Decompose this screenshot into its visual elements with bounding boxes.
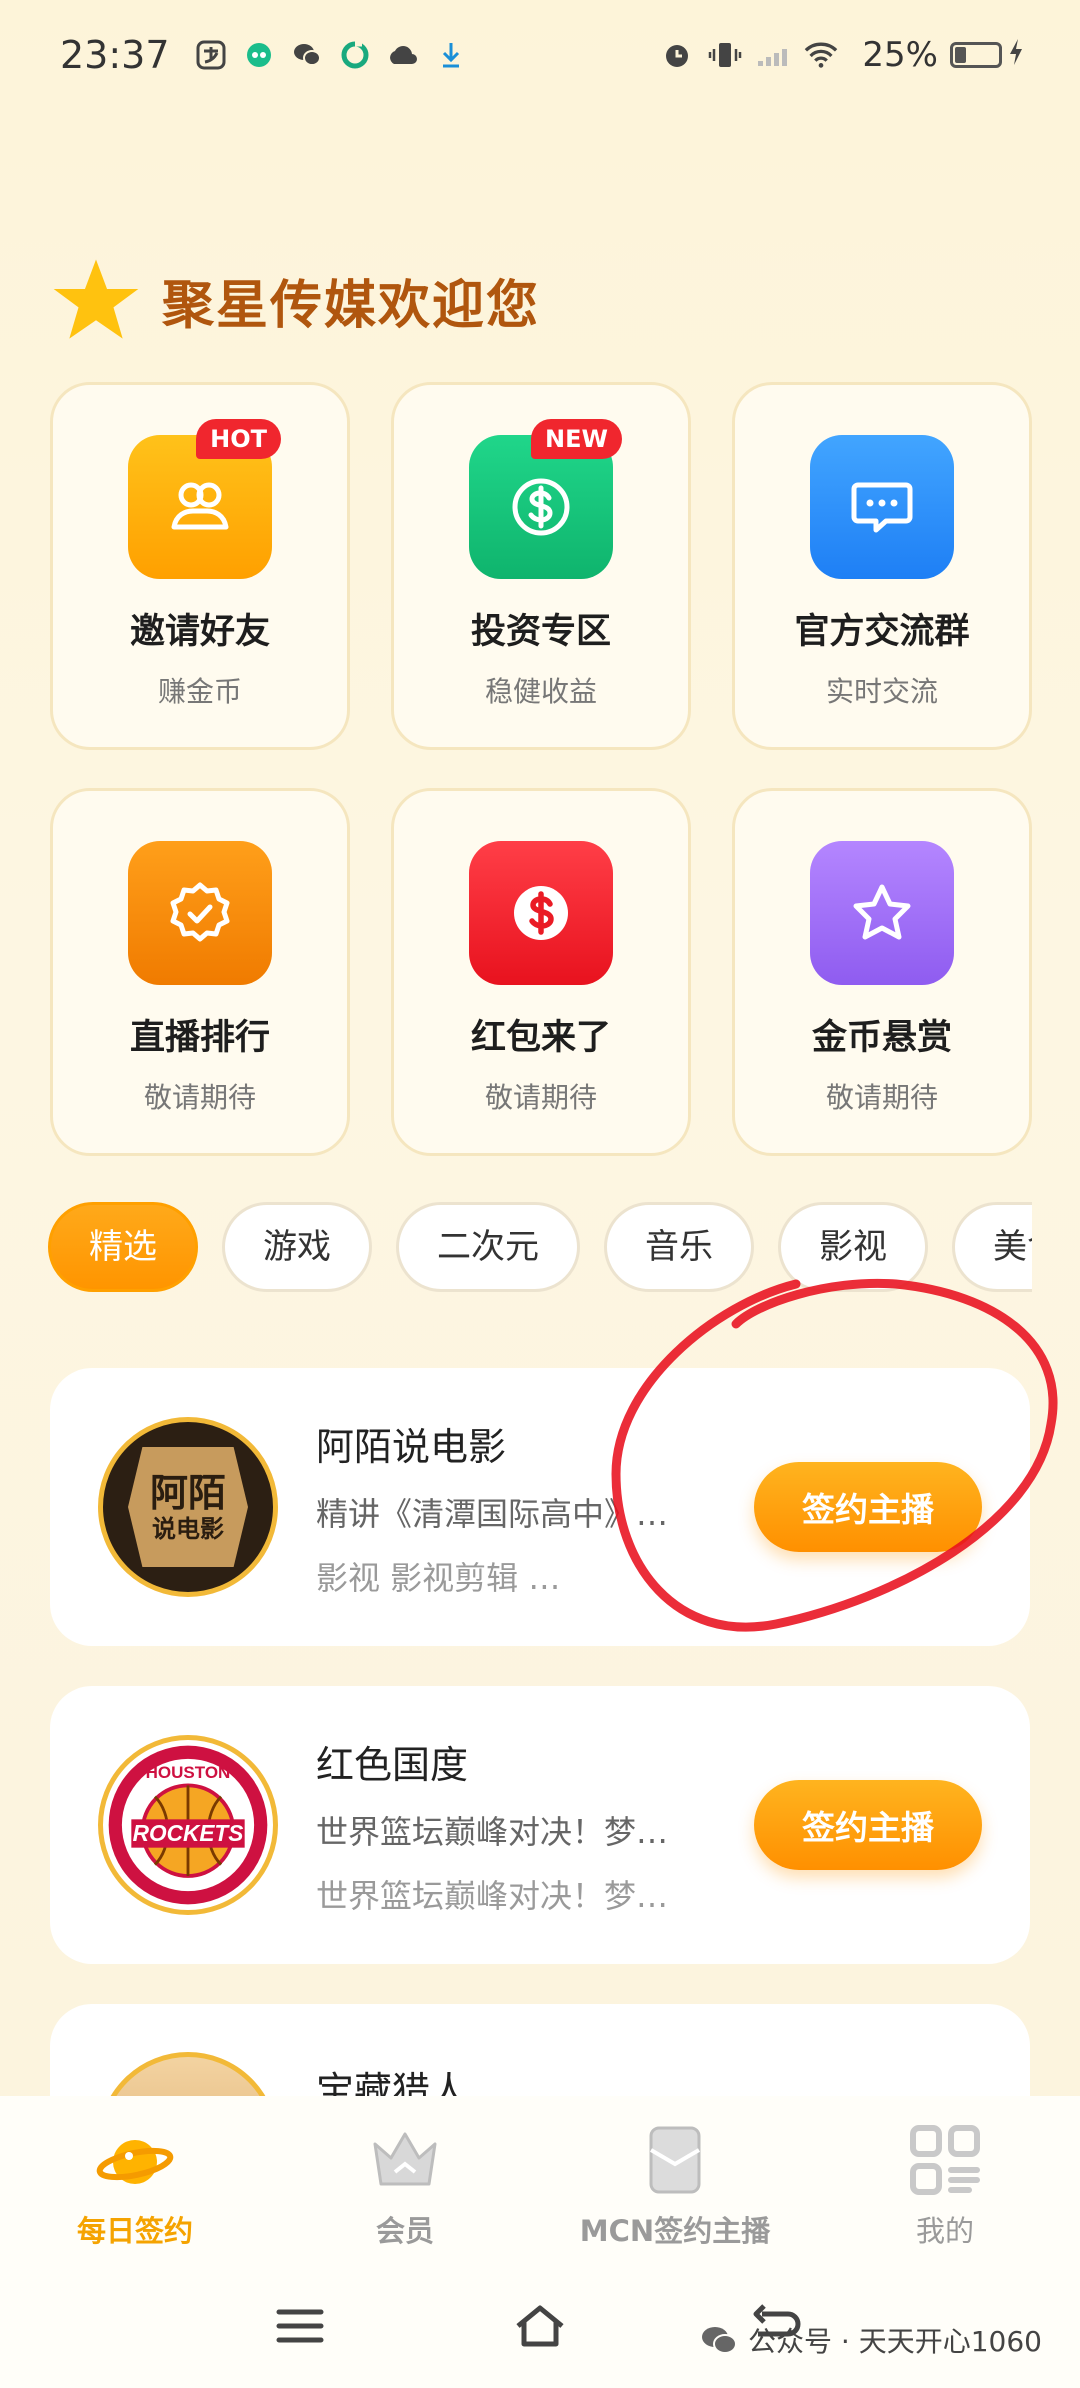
- feature-subtitle: 实时交流: [825, 675, 938, 708]
- tab-games[interactable]: 游戏: [222, 1202, 372, 1292]
- wechat-icon: [290, 38, 324, 72]
- home-icon[interactable]: [510, 2296, 570, 2356]
- alipay-icon: [194, 38, 228, 72]
- avatar-text: 说电影: [152, 1514, 224, 1543]
- verified-badge-icon: [128, 841, 272, 985]
- avatar-text: 阿陌: [149, 1470, 226, 1515]
- watermark: 公众号 · 天天开心1060: [700, 2320, 1042, 2360]
- streamer-name: 阿陌说电影: [316, 1424, 507, 1469]
- battery-icon: [950, 42, 1002, 68]
- streamer-tags: 影视 影视剪辑 …: [316, 1558, 561, 1597]
- nav-label: 每日签约: [76, 2214, 193, 2248]
- feature-title: 红包来了: [470, 1018, 611, 1058]
- feature-grid: HOT 邀请好友 赚金币 NEW 投资专区 稳健收益 官方交流群 实时交流 直播…: [50, 382, 1032, 1156]
- feature-red-packet[interactable]: 红包来了 敬请期待: [391, 788, 691, 1156]
- tab-food[interactable]: 美食: [952, 1202, 1032, 1292]
- star-icon: [810, 841, 954, 985]
- bottom-nav: 每日签约 会员 MCN签约主播 我的: [0, 2096, 1080, 2266]
- feature-title: 直播排行: [129, 1018, 270, 1058]
- feature-subtitle: 稳健收益: [484, 675, 597, 708]
- avatar: HOUSTON ROCKETS: [98, 1735, 278, 1915]
- avatar: 阿陌 说电影: [98, 1417, 278, 1597]
- vibrate-icon: [708, 38, 742, 72]
- avatar-text: ROCKETS: [133, 1820, 244, 1846]
- tab-featured[interactable]: 精选: [48, 1202, 198, 1292]
- wifi-icon: [804, 38, 838, 72]
- feature-invite-friends[interactable]: HOT 邀请好友 赚金币: [50, 382, 350, 750]
- sign-streamer-button[interactable]: 签约主播: [754, 1780, 982, 1870]
- chat-bubble-icon: [810, 435, 954, 579]
- star-icon: [53, 259, 139, 339]
- category-tabs: 精选 游戏 二次元 音乐 影视 美食: [48, 1202, 1032, 1294]
- list-item[interactable]: HOUSTON ROCKETS 红色国度 世界篮坛巅峰对决！梦… 世界篮坛巅峰对…: [50, 1686, 1030, 1964]
- feature-title: 官方交流群: [794, 612, 970, 652]
- nav-label: 我的: [915, 2214, 974, 2248]
- wechat-icon: [702, 2327, 737, 2354]
- hot-badge: HOT: [196, 419, 281, 459]
- planet-icon: [96, 2140, 174, 2184]
- feature-title: 邀请好友: [129, 612, 270, 652]
- tab-film[interactable]: 影视: [778, 1202, 928, 1292]
- streamer-tags: 世界篮坛巅峰对决！梦…: [316, 1876, 669, 1915]
- nav-daily-sign[interactable]: 每日签约: [0, 2120, 270, 2250]
- nav-label: 会员: [375, 2214, 434, 2248]
- battery-percent: 25%: [862, 35, 938, 75]
- status-bar: 23:37 25%: [0, 0, 1080, 110]
- feature-subtitle: 赚金币: [157, 675, 242, 708]
- alarm-icon: [660, 38, 694, 72]
- clock: 23:37: [60, 33, 170, 77]
- feature-subtitle: 敬请期待: [484, 1081, 597, 1114]
- feature-subtitle: 敬请期待: [143, 1081, 256, 1114]
- cloud-icon: [386, 38, 420, 72]
- page-title: 聚星传媒欢迎您: [162, 274, 541, 336]
- feature-title: 投资专区: [470, 612, 611, 652]
- nav-label: MCN签约主播: [579, 2214, 771, 2248]
- charging-icon: [1008, 38, 1024, 73]
- contract-icon: [649, 2126, 701, 2194]
- feature-live-ranking[interactable]: 直播排行 敬请期待: [50, 788, 350, 1156]
- watermark-text: 公众号 · 天天开心1060: [748, 2325, 1042, 2358]
- app-notification-icon: [242, 38, 276, 72]
- download-icon: [434, 38, 468, 72]
- welcome-header: 聚星传媒欢迎您: [50, 250, 540, 350]
- tab-music[interactable]: 音乐: [604, 1202, 754, 1292]
- new-badge: NEW: [531, 419, 622, 459]
- feature-official-group[interactable]: 官方交流群 实时交流: [732, 382, 1032, 750]
- list-item[interactable]: 阿陌 说电影 阿陌说电影 精讲《清潭国际高中》… 影视 影视剪辑 … 签约主播: [50, 1368, 1030, 1646]
- tab-anime[interactable]: 二次元: [396, 1202, 580, 1292]
- dollar-icon: [469, 841, 613, 985]
- grid-profile-icon: [910, 2125, 980, 2195]
- nav-mcn-sign[interactable]: MCN签约主播: [540, 2120, 810, 2250]
- feature-subtitle: 敬请期待: [825, 1081, 938, 1114]
- avatar-text: HOUSTON: [146, 1763, 231, 1782]
- sync-icon: [338, 38, 372, 72]
- feature-coin-bounty[interactable]: 金币悬赏 敬请期待: [732, 788, 1032, 1156]
- sign-streamer-button[interactable]: 签约主播: [754, 1462, 982, 1552]
- signal-icon: [756, 38, 790, 72]
- streamer-description: 世界篮坛巅峰对决！梦…: [316, 1812, 669, 1851]
- crown-icon: [373, 2132, 437, 2186]
- nav-mine[interactable]: 我的: [810, 2120, 1080, 2250]
- streamer-name: 红色国度: [316, 1742, 469, 1787]
- feature-investment[interactable]: NEW 投资专区 稳健收益: [391, 382, 691, 750]
- nav-membership[interactable]: 会员: [270, 2120, 540, 2250]
- menu-icon[interactable]: [270, 2296, 330, 2356]
- streamer-description: 精讲《清潭国际高中》…: [316, 1494, 669, 1533]
- feature-title: 金币悬赏: [811, 1018, 952, 1058]
